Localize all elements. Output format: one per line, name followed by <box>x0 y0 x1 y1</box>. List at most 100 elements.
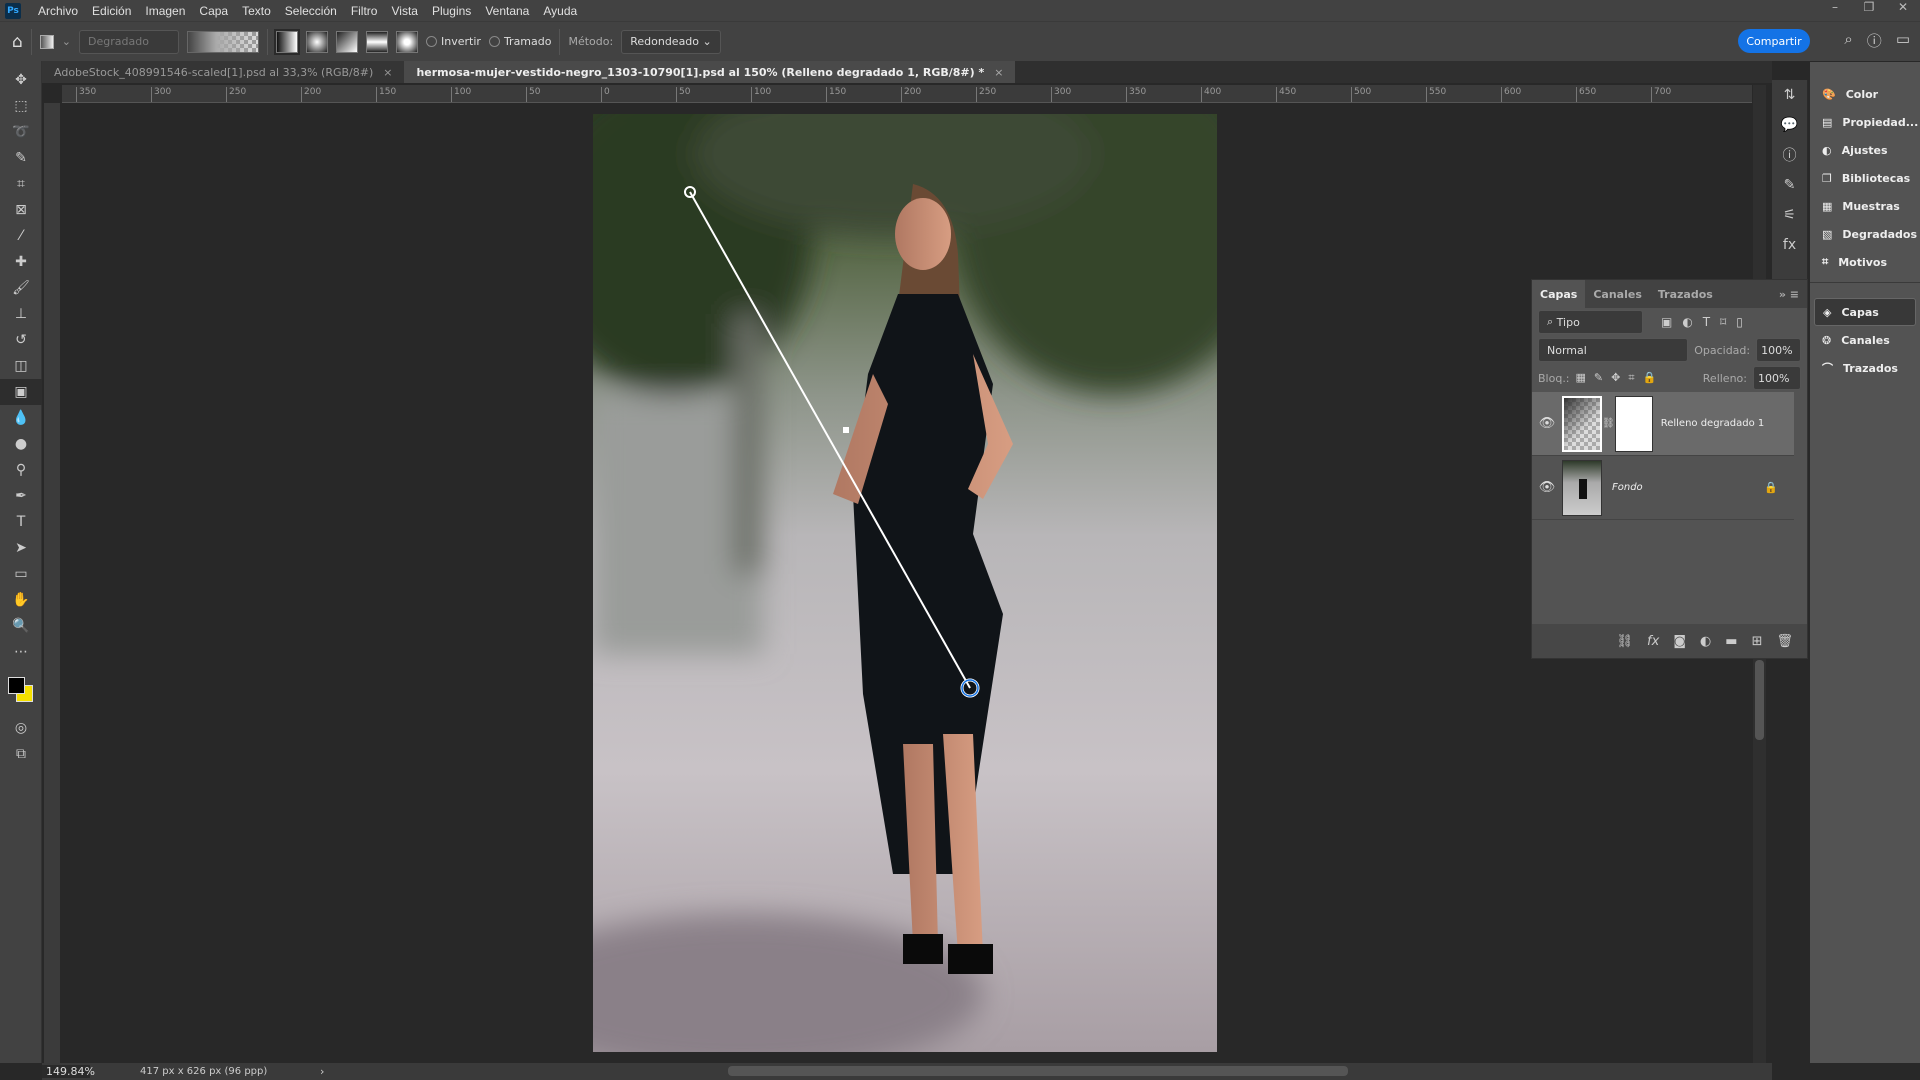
menu-imagen[interactable]: Imagen <box>138 4 192 18</box>
marquee-tool[interactable]: ⬚ <box>0 93 42 119</box>
quick-select-tool[interactable]: ✎ <box>0 145 42 171</box>
lasso-tool[interactable]: ➰ <box>0 119 42 145</box>
chevron-down-icon[interactable]: ⌄ <box>62 35 71 48</box>
dock-paths[interactable]: ⌒ Trazados <box>1810 354 1920 382</box>
dock-swatches[interactable]: ▦ Muestras <box>1810 192 1920 220</box>
invert-checkbox[interactable]: Invertir <box>426 35 481 48</box>
linear-gradient-button[interactable] <box>274 28 301 55</box>
visibility-eye-icon[interactable]: 👁 <box>1532 480 1562 495</box>
brush-tool[interactable]: 🖌 <box>0 275 42 301</box>
menu-archivo[interactable]: Archivo <box>31 4 85 18</box>
comments-icon[interactable]: 💬 <box>1772 110 1807 140</box>
document-canvas[interactable] <box>593 114 1217 1052</box>
gradient-swatch[interactable] <box>187 30 260 53</box>
opacity-field[interactable]: 100% <box>1756 338 1801 362</box>
history-icon[interactable]: ⇅ <box>1772 80 1807 110</box>
document-info[interactable]: 417 px x 626 px (96 ppp) <box>140 1066 310 1077</box>
restore-button[interactable]: ❐ <box>1852 0 1886 18</box>
close-tab-icon[interactable]: × <box>994 66 1003 79</box>
search-icon[interactable]: ⌕ <box>1844 30 1852 51</box>
tool-presets-icon[interactable]: ⚟ <box>1772 200 1807 230</box>
layer-row-background[interactable]: 👁 Fondo 🔒 <box>1532 456 1794 520</box>
close-tab-icon[interactable]: × <box>383 66 392 79</box>
healing-tool[interactable]: ✚ <box>0 249 42 275</box>
menu-capa[interactable]: Capa <box>192 4 235 18</box>
new-group-icon[interactable]: ▬ <box>1725 634 1737 649</box>
new-layer-icon[interactable]: ⊞ <box>1752 634 1763 649</box>
zoom-lens-tool[interactable]: ⚲ <box>0 457 42 483</box>
blur-tool[interactable]: 💧 <box>0 405 42 431</box>
menu-edicion[interactable]: Edición <box>85 4 138 18</box>
frame-tool[interactable]: ⊠ <box>0 197 42 223</box>
add-mask-icon[interactable]: ◙ <box>1673 634 1686 649</box>
gradient-overlay-line[interactable] <box>593 114 1217 1052</box>
menu-seleccion[interactable]: Selección <box>278 4 344 18</box>
quick-mask-icon[interactable]: ◎ <box>0 715 42 741</box>
radial-gradient-button[interactable] <box>306 30 329 53</box>
adjustment-layer-icon[interactable]: ◐ <box>1700 634 1711 649</box>
gradient-tool[interactable]: ▣ <box>0 379 42 405</box>
tab-document-1[interactable]: AdobeStock_408991546-scaled[1].psd al 33… <box>42 61 405 83</box>
link-icon[interactable]: ⛓ <box>1602 418 1615 429</box>
home-icon[interactable]: ⌂ <box>12 32 23 52</box>
screen-mode-icon[interactable]: ⧉ <box>0 741 42 767</box>
dock-adjustments[interactable]: ◐ Ajustes <box>1810 136 1920 164</box>
crop-tool[interactable]: ⌗ <box>0 171 42 197</box>
dock-patterns[interactable]: ⌗ Motivos <box>1810 248 1920 276</box>
move-tool[interactable]: ✥ <box>0 67 42 93</box>
menu-ventana[interactable]: Ventana <box>478 4 536 18</box>
hand-tool[interactable]: ✋ <box>0 587 42 613</box>
menu-plugins[interactable]: Plugins <box>425 4 478 18</box>
more-tools-icon[interactable]: ⋯ <box>0 639 42 665</box>
share-button[interactable]: Compartir <box>1738 29 1810 53</box>
zoom-tool[interactable]: 🔍 <box>0 613 42 639</box>
styles-icon[interactable]: fx <box>1772 230 1807 260</box>
angle-gradient-button[interactable] <box>336 30 359 53</box>
rectangle-tool[interactable]: ▭ <box>0 561 42 587</box>
filter-icons[interactable]: ▣◐T⌑▯ <box>1661 315 1753 329</box>
stamp-tool[interactable]: ⊥ <box>0 301 42 327</box>
workspace-icon[interactable]: ▭ <box>1896 30 1910 51</box>
layer-name[interactable]: Relleno degradado 1 <box>1661 418 1765 429</box>
vertical-scroll-thumb[interactable] <box>1755 660 1764 740</box>
reflected-gradient-button[interactable] <box>366 30 389 53</box>
pen-tool[interactable]: ✒ <box>0 483 42 509</box>
dock-channels[interactable]: ❂ Canales <box>1810 326 1920 354</box>
visibility-eye-icon[interactable]: 👁 <box>1532 416 1562 431</box>
gradient-midpoint-handle[interactable] <box>843 427 849 433</box>
info-icon[interactable]: ⓘ <box>1772 140 1807 170</box>
dock-properties[interactable]: ▤ Propiedad... <box>1810 108 1920 136</box>
panel-menu-icon[interactable]: » ≡ <box>1771 280 1807 308</box>
dodge-tool[interactable]: ● <box>0 431 42 457</box>
eraser-tool[interactable]: ◫ <box>0 353 42 379</box>
dock-layers[interactable]: ◈ Capas <box>1814 298 1916 326</box>
tab-layers[interactable]: Capas <box>1532 280 1586 308</box>
path-select-tool[interactable]: ➤ <box>0 535 42 561</box>
preset-dropdown[interactable]: Degradado <box>79 29 180 54</box>
trash-icon[interactable]: 🗑 <box>1776 634 1793 649</box>
fill-field[interactable]: 100% <box>1753 366 1801 390</box>
dock-gradients[interactable]: ▧ Degradados <box>1810 220 1920 248</box>
menu-ayuda[interactable]: Ayuda <box>536 4 584 18</box>
layer-name[interactable]: Fondo <box>1612 482 1643 493</box>
help-icon[interactable]: ⓘ <box>1867 30 1882 51</box>
dock-libraries[interactable]: ❐ Bibliotecas <box>1810 164 1920 192</box>
horizontal-scroll-thumb[interactable] <box>728 1066 1348 1076</box>
type-tool[interactable]: T <box>0 509 42 535</box>
tab-document-2[interactable]: hermosa-mujer-vestido-negro_1303-10790[1… <box>404 61 1016 83</box>
foreground-color[interactable] <box>8 677 25 694</box>
zoom-level[interactable]: 149.84% <box>42 1065 95 1078</box>
close-button[interactable]: ✕ <box>1886 0 1920 18</box>
gradient-line[interactable] <box>689 191 971 689</box>
minimize-button[interactable]: – <box>1818 0 1852 18</box>
eyedropper-tool[interactable]: ⁄ <box>0 223 42 249</box>
dock-color[interactable]: 🎨 Color <box>1810 80 1920 108</box>
tab-paths[interactable]: Trazados <box>1650 280 1721 308</box>
history-brush-tool[interactable]: ↺ <box>0 327 42 353</box>
lock-icons[interactable]: ▦✎✥⌗🔒 <box>1576 371 1665 385</box>
dither-checkbox[interactable]: Tramado <box>488 35 551 48</box>
menu-filtro[interactable]: Filtro <box>344 4 385 18</box>
link-layers-icon[interactable]: ⛓ <box>1617 634 1634 649</box>
blend-mode-dropdown[interactable]: Normal <box>1538 338 1689 362</box>
fx-icon[interactable]: fx <box>1647 634 1659 649</box>
